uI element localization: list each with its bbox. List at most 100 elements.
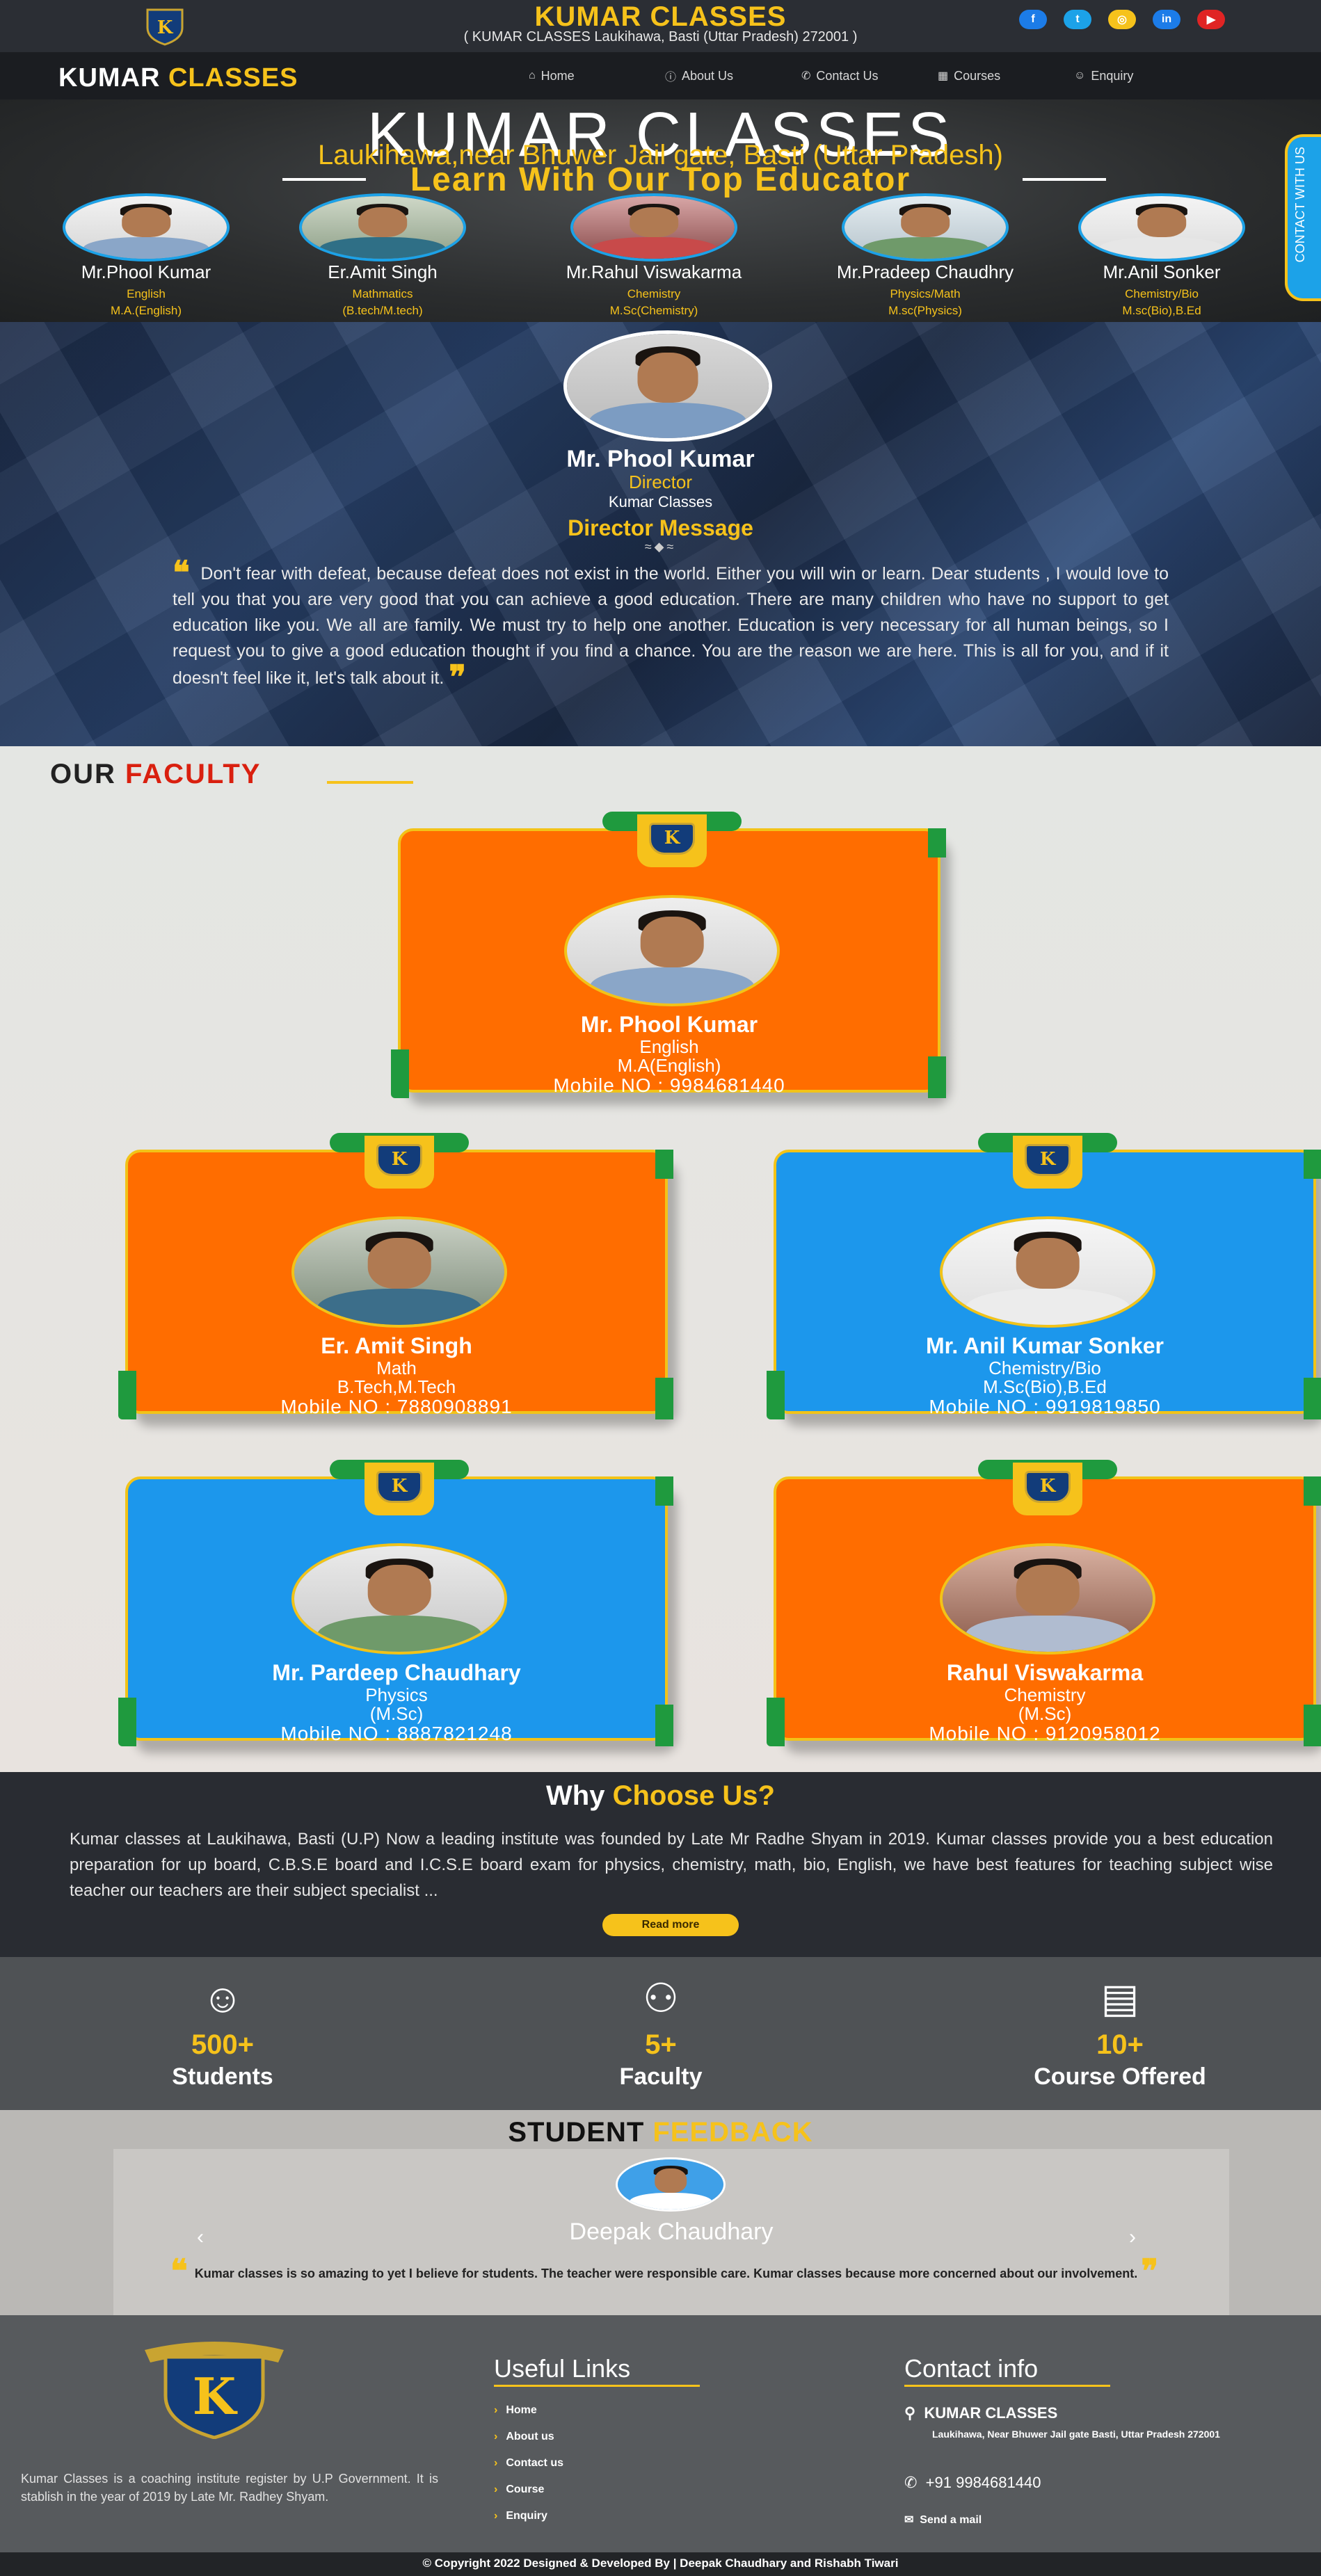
contact-address: Laukihawa, Near Bhuwer Jail gate Basti, … — [932, 2429, 1220, 2440]
read-more-button[interactable]: Read more — [602, 1914, 739, 1936]
footer-link-home[interactable]: › Home — [494, 2404, 537, 2417]
feedback-title: STUDENT FEEDBACK — [0, 2117, 1321, 2148]
card-corner — [655, 1476, 673, 1506]
faculty-mobile[interactable]: Mobile NO : 7880908891 — [128, 1396, 665, 1418]
kumar-badge-icon: K — [376, 1144, 422, 1176]
teacher-subject: Chemistry/Bio — [1125, 287, 1199, 300]
card-clip: K — [330, 1133, 469, 1189]
card-clip: K — [978, 1460, 1117, 1515]
svg-text:K: K — [193, 2367, 238, 2426]
footer-link-about-us[interactable]: › About us — [494, 2431, 554, 2443]
teacher-name: Mr.Phool Kumar — [81, 261, 211, 282]
nav-item-about-us[interactable]: ⓘ About Us — [665, 67, 801, 84]
why-title: Why Choose Us? — [0, 1780, 1321, 1812]
faculty-mobile[interactable]: Mobile NO : 9984681440 — [401, 1074, 938, 1097]
faculty-mobile[interactable]: Mobile NO : 9120958012 — [776, 1723, 1313, 1745]
contact-email[interactable]: ✉ Send a mail — [904, 2513, 982, 2527]
footer-link-label: Enquiry — [506, 2510, 547, 2522]
twitter-icon[interactable]: t — [1064, 10, 1091, 29]
main-navbar: KUMAR CLASSES ⌂ Home ⓘ About Us ✆ Contact Us ▦… — [0, 52, 1321, 99]
hero-teacher: Mr.Rahul Viswakarma Chemistry M.Sc(Chemist… — [536, 193, 772, 318]
teacher-photo — [570, 193, 737, 261]
contact-info-title: Contact info — [904, 2354, 1039, 2383]
nav-item-home[interactable]: ⌂ Home — [529, 67, 665, 84]
hero-teachers: Mr.Phool Kumar English M.A.(English) Er.Ami… — [0, 193, 1321, 322]
stat-number: 5+ — [645, 2029, 677, 2060]
contact-name-text: KUMAR CLASSES — [924, 2404, 1058, 2422]
teacher-degree: M.sc(Physics) — [888, 304, 962, 317]
teacher-subject: Mathmatics — [352, 287, 413, 300]
contact-email-text: Send a mail — [920, 2514, 982, 2526]
why-title-a: Why — [546, 1780, 613, 1811]
nav-item-enquiry[interactable]: ☺ Enquiry — [1074, 67, 1210, 84]
footer-link-contact-us[interactable]: › Contact us — [494, 2457, 563, 2470]
contact-tab-label: CONTACT WITH US — [1293, 147, 1307, 263]
teacher-photo — [299, 193, 466, 261]
faculty-heading: OUR FACULTY — [50, 759, 261, 790]
faculty-heading-b: FACULTY — [125, 759, 262, 789]
linkedin-icon[interactable]: in — [1153, 10, 1180, 29]
phone-icon: ✆ — [904, 2474, 918, 2491]
close-quote-icon: ❞ — [1141, 2252, 1159, 2289]
director-section: Mr. Phool Kumar Director Kumar Classes D… — [0, 322, 1321, 746]
director-photo — [563, 330, 772, 442]
footer-link-course[interactable]: › Course — [494, 2484, 544, 2496]
faculty-mobile[interactable]: Mobile NO : 9919819850 — [776, 1396, 1313, 1418]
faculty-card: K Mr. Pardeep Chaudhary Physics (M.Sc) Mobil… — [118, 1460, 673, 1746]
facebook-icon[interactable]: f — [1019, 10, 1047, 29]
feedback-title-a: STUDENT — [508, 2117, 653, 2148]
faculty-degree: M.A(English) — [617, 1055, 721, 1076]
close-quote-icon: ❞ — [449, 658, 467, 695]
nav-item-contact-us[interactable]: ✆ Contact Us — [801, 67, 938, 84]
faculty-photo — [940, 1543, 1155, 1655]
footer-link-label: Home — [506, 2404, 537, 2416]
nav-item-label: Home — [541, 68, 575, 83]
faculty-photo — [940, 1216, 1155, 1328]
teacher-name: Mr.Pradeep Chaudhry — [836, 261, 1014, 282]
kumar-badge-icon: K — [649, 823, 695, 855]
faculty-degree: B.Tech,M.Tech — [337, 1376, 456, 1397]
teacher-name: Mr.Rahul Viswakarma — [566, 261, 742, 282]
faculty-mobile[interactable]: Mobile NO : 8887821248 — [128, 1723, 665, 1745]
faculty-card: K Mr. Phool Kumar English M.A(English) Mobil… — [391, 812, 946, 1098]
chevron-right-icon: › — [494, 2484, 498, 2495]
navbar-brand[interactable]: KUMAR CLASSES — [58, 63, 298, 93]
youtube-icon[interactable]: ▶ — [1197, 10, 1225, 29]
footer-logo[interactable]: K — [131, 2329, 298, 2439]
faculty-name: Er. Amit Singh — [321, 1333, 472, 1358]
teacher-photo — [1078, 193, 1245, 261]
why-text: Kumar classes at Laukihawa, Basti (U.P) … — [70, 1830, 1273, 1900]
chevron-right-icon: › — [494, 2431, 498, 2442]
chevron-right-icon: › — [494, 2510, 498, 2522]
faculty-photo — [291, 1216, 507, 1328]
chevron-right-icon: › — [494, 2404, 498, 2416]
faculty-name: Rahul Viswakarma — [946, 1660, 1144, 1685]
hero-teacher: Mr.Phool Kumar English M.A.(English) — [28, 193, 264, 318]
stat-label: Students — [172, 2063, 273, 2090]
contact-phone[interactable]: ✆ +91 9984681440 — [904, 2474, 1041, 2492]
card-corner — [928, 828, 946, 858]
stats-section: ☺ 500+ Students ⚇ 5+ Faculty ▤ 10+ Course Offere… — [0, 1957, 1321, 2110]
stat-label: Faculty — [619, 2063, 703, 2090]
teacher-degree: M.sc(Bio),B.Ed — [1122, 304, 1201, 317]
footer-link-label: Course — [506, 2484, 545, 2495]
faculty-card: K Rahul Viswakarma Chemistry (M.Sc) Mobile N… — [767, 1460, 1321, 1746]
faculty-name: Mr. Anil Kumar Sonker — [926, 1333, 1164, 1358]
director-org: Kumar Classes — [608, 493, 713, 510]
feedback-title-b: FEEDBACK — [653, 2117, 813, 2148]
instagram-icon[interactable]: ◎ — [1108, 10, 1136, 29]
mail-icon: ✉ — [904, 2514, 914, 2526]
card-clip: K — [330, 1460, 469, 1515]
stat-number: 10+ — [1096, 2029, 1144, 2060]
footer-about: Kumar Classes is a coaching institute re… — [21, 2472, 438, 2504]
hero-teacher: Mr.Pradeep Chaudhry Physics/Math M.sc(Phys… — [807, 193, 1043, 318]
stat-item: ⚇ 5+ Faculty — [522, 1978, 800, 2091]
contact-phone-text: +91 9984681440 — [925, 2474, 1041, 2491]
nav-item-courses[interactable]: ▦ Courses — [938, 67, 1074, 84]
contact-with-us-tab[interactable]: CONTACT WITH US — [1285, 134, 1321, 301]
faculty-heading-a: OUR — [50, 759, 125, 789]
footer-link-enquiry[interactable]: › Enquiry — [494, 2510, 547, 2522]
home-icon: ⌂ — [529, 70, 536, 81]
nav-item-label: About Us — [682, 68, 734, 83]
info-icon: ⓘ — [665, 72, 677, 83]
